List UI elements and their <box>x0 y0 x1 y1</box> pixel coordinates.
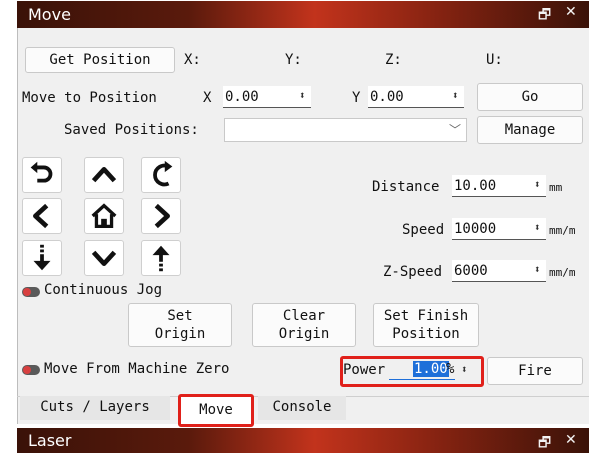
laser-panel-title: Laser <box>28 431 72 450</box>
z-speed-unit: mm/m <box>549 266 576 279</box>
set-finish-line2: Position <box>392 325 460 342</box>
arrow-down-icon[interactable] <box>84 240 124 276</box>
spin-icon[interactable]: ⬍ <box>452 89 459 102</box>
move-from-zero-toggle[interactable] <box>22 365 40 375</box>
clear-origin-line2: Origin <box>278 325 330 342</box>
spin-icon[interactable]: ⬍ <box>534 263 541 276</box>
move-x-label: X <box>203 90 212 106</box>
move-x-field[interactable]: 0.00 ⬍ <box>223 86 311 108</box>
clear-origin-line1: Clear <box>282 308 326 324</box>
z-speed-label: Z-Speed <box>383 264 443 280</box>
set-origin-line1: Set <box>167 308 193 324</box>
move-x-value: 0.00 <box>225 89 259 105</box>
speed-unit: mm/m <box>549 224 576 237</box>
set-finish-line1: Set Finish <box>383 308 469 324</box>
spin-icon[interactable]: ⬍ <box>534 178 541 191</box>
arrow-up-icon[interactable] <box>84 157 124 193</box>
move-from-zero-label: Move From Machine Zero <box>44 361 230 377</box>
u-position-label: U: <box>486 52 503 68</box>
power-value: 1.00 <box>413 361 449 377</box>
y-position-label: Y: <box>285 52 302 68</box>
speed-field[interactable]: 10000 ⬍ <box>452 218 546 240</box>
close-icon[interactable]: ✕ <box>565 4 577 20</box>
move-y-field[interactable]: 0.00 ⬍ <box>368 86 464 108</box>
move-panel-title: Move <box>28 5 71 24</box>
move-to-position-label: Move to Position <box>22 90 157 106</box>
rotate-ccw-icon[interactable] <box>22 157 62 193</box>
continuous-jog-toggle[interactable] <box>22 287 40 297</box>
distance-label: Distance <box>372 179 440 195</box>
move-y-value: 0.00 <box>370 89 404 105</box>
home-icon[interactable] <box>84 198 124 234</box>
speed-value: 10000 <box>454 221 497 237</box>
laser-panel-titlebar: Laser 🗗 ✕ <box>17 428 589 453</box>
set-finish-position-button[interactable]: Set Finish Position <box>373 303 479 347</box>
get-position-button[interactable]: Get Position <box>25 47 175 73</box>
z-speed-field[interactable]: 6000 ⬍ <box>452 260 546 282</box>
power-label: Power <box>343 362 386 378</box>
chevron-down-icon: ﹀ <box>449 123 462 137</box>
distance-unit: mm <box>549 181 563 194</box>
z-up-icon[interactable] <box>141 240 181 276</box>
arrow-right-icon[interactable] <box>141 198 181 234</box>
tab-cuts-layers[interactable]: Cuts / Layers <box>20 396 170 420</box>
manage-button[interactable]: Manage <box>477 116 583 144</box>
saved-positions-label: Saved Positions: <box>64 122 199 138</box>
x-position-label: X: <box>184 52 201 68</box>
rotate-cw-icon[interactable] <box>141 157 181 193</box>
move-panel-titlebar: Move 🗗 ✕ <box>17 1 589 28</box>
z-position-label: Z: <box>385 52 402 68</box>
fire-button[interactable]: Fire <box>487 357 583 385</box>
arrow-left-icon[interactable] <box>22 198 62 234</box>
continuous-jog-label: Continuous Jog <box>44 282 163 298</box>
clear-origin-button[interactable]: Clear Origin <box>252 303 356 347</box>
spin-icon[interactable]: ⬍ <box>534 221 541 234</box>
tab-console[interactable]: Console <box>258 396 346 420</box>
close-icon[interactable]: ✕ <box>565 432 577 448</box>
go-button[interactable]: Go <box>477 83 583 111</box>
spin-icon[interactable]: ⬍ <box>461 363 468 376</box>
tab-move-highlight-box <box>178 394 254 427</box>
distance-value: 10.00 <box>454 178 497 194</box>
z-down-icon[interactable] <box>22 240 62 276</box>
set-origin-button[interactable]: Set Origin <box>128 303 232 347</box>
distance-field[interactable]: 10.00 ⬍ <box>452 175 546 197</box>
saved-positions-select[interactable]: ﹀ <box>224 118 467 142</box>
float-icon[interactable]: 🗗 <box>538 432 551 456</box>
z-speed-value: 6000 <box>454 263 488 279</box>
power-unit: % <box>446 361 455 377</box>
speed-label: Speed <box>402 222 445 238</box>
float-icon[interactable]: 🗗 <box>538 4 551 28</box>
spin-icon[interactable]: ⬍ <box>299 89 306 102</box>
move-y-label: Y <box>352 90 361 106</box>
power-field[interactable]: 1.00 % <box>389 359 455 380</box>
set-origin-line2: Origin <box>154 325 206 342</box>
